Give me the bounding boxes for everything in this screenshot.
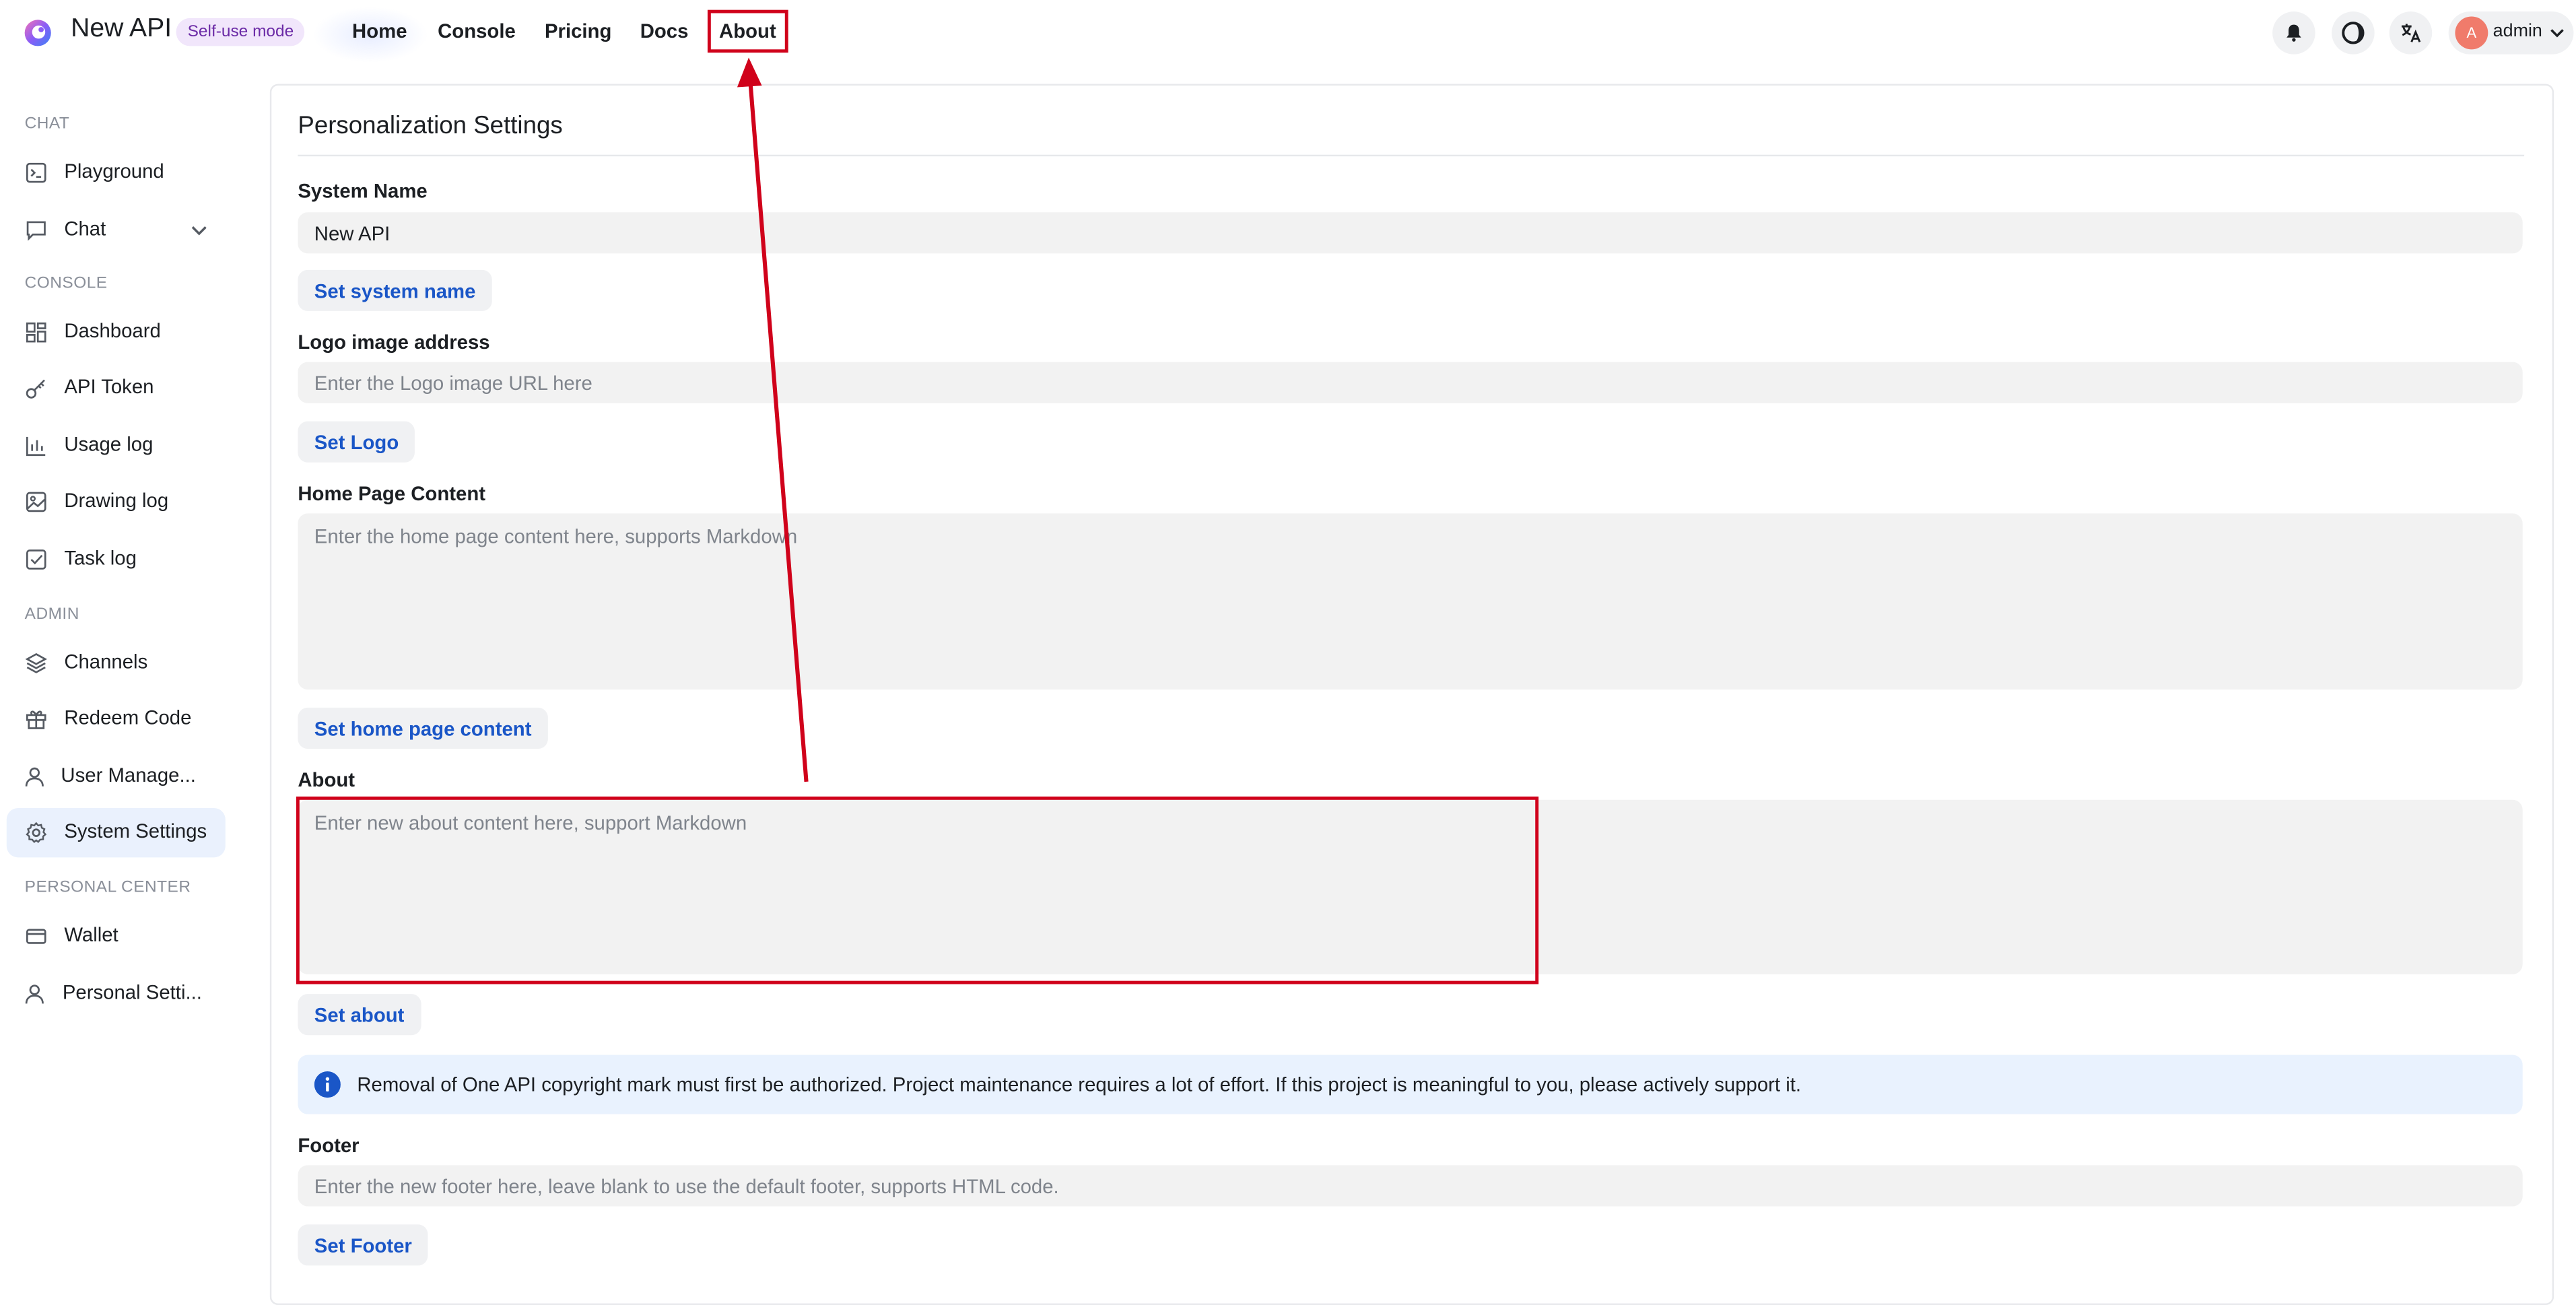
- sidebar-item-api-token[interactable]: API Token: [7, 364, 226, 413]
- chevron-down-icon: [2550, 29, 2564, 38]
- section-label-chat: CHAT: [24, 115, 70, 133]
- language-button[interactable]: [2389, 11, 2433, 55]
- sidebar-item-label: Chat: [64, 217, 106, 240]
- home-content-label: Home Page Content: [298, 482, 486, 506]
- sidebar-item-label: System Settings: [64, 819, 207, 843]
- sidebar-item-task-log[interactable]: Task log: [7, 535, 226, 584]
- about-label: About: [298, 768, 355, 792]
- system-name-input[interactable]: [298, 212, 2523, 254]
- moon-icon: [2342, 22, 2365, 44]
- sidebar-item-label: Usage log: [64, 432, 154, 456]
- sidebar-item-label: Personal Setti...: [62, 980, 202, 1004]
- nav-console[interactable]: Console: [438, 20, 516, 42]
- page-title: Personalization Settings: [298, 112, 563, 140]
- playground-icon: [26, 162, 46, 183]
- sidebar-item-redeem-code[interactable]: Redeem Code: [7, 694, 226, 743]
- chart-icon: [26, 436, 46, 457]
- notifications-button[interactable]: [2272, 11, 2315, 55]
- set-system-name-button[interactable]: Set system name: [298, 269, 492, 311]
- section-label-console: CONSOLE: [24, 275, 108, 294]
- bell-icon: [2286, 24, 2301, 42]
- sidebar-item-label: API Token: [64, 375, 154, 399]
- brand-name[interactable]: New API: [71, 15, 172, 44]
- chevron-down-icon[interactable]: [189, 220, 209, 240]
- sidebar-item-drawing-log[interactable]: Drawing log: [7, 477, 226, 527]
- sidebar-item-chat[interactable]: Chat: [7, 206, 226, 255]
- checkbox-icon: [26, 549, 46, 570]
- sidebar-item-channels[interactable]: Channels: [7, 638, 226, 688]
- gear-icon: [26, 822, 47, 844]
- chat-icon: [26, 221, 46, 241]
- sidebar-item-user-management[interactable]: User Manage...: [7, 752, 226, 801]
- key-icon: [26, 379, 45, 399]
- settings-card: [269, 83, 2554, 1305]
- sidebar-item-label: Drawing log: [64, 488, 169, 512]
- system-name-label: System Name: [298, 179, 428, 203]
- footer-input[interactable]: [298, 1165, 2523, 1207]
- nav-home[interactable]: Home: [352, 20, 407, 42]
- sidebar-item-label: Channels: [64, 650, 148, 673]
- image-icon: [26, 492, 46, 512]
- top-bar: New API Self-use mode Home Console Prici…: [0, 0, 2575, 66]
- nav-pricing[interactable]: Pricing: [545, 20, 611, 42]
- section-label-admin: ADMIN: [24, 605, 79, 624]
- nav-docs[interactable]: Docs: [640, 20, 689, 42]
- sidebar-item-label: Playground: [64, 160, 164, 183]
- logo-icon[interactable]: [23, 18, 53, 48]
- home-content-textarea[interactable]: [298, 513, 2523, 690]
- sidebar-item-label: Redeem Code: [64, 706, 192, 729]
- avatar: A: [2455, 16, 2488, 50]
- user-name: admin: [2493, 21, 2542, 42]
- dashboard-icon: [26, 322, 46, 343]
- set-footer-button[interactable]: Set Footer: [298, 1224, 429, 1266]
- notice-text: Removal of One API copyright mark must f…: [357, 1073, 1802, 1096]
- set-about-button[interactable]: Set about: [298, 994, 421, 1036]
- sidebar-item-label: User Manage...: [61, 764, 196, 787]
- user-icon: [25, 767, 44, 787]
- copyright-notice: Removal of One API copyright mark must f…: [298, 1055, 2523, 1114]
- sidebar-item-dashboard[interactable]: Dashboard: [7, 308, 226, 357]
- footer-label: Footer: [298, 1133, 360, 1158]
- gift-icon: [26, 710, 46, 729]
- theme-toggle-button[interactable]: [2332, 11, 2375, 55]
- sidebar-item-personal-settings[interactable]: Personal Setti...: [7, 970, 226, 1019]
- user-icon: [25, 984, 44, 1004]
- mode-badge: Self-use mode: [176, 18, 306, 46]
- logo-label: Logo image address: [298, 331, 490, 354]
- logo-url-input[interactable]: [298, 362, 2523, 403]
- layers-icon: [25, 652, 48, 673]
- user-menu[interactable]: A admin: [2448, 11, 2574, 55]
- set-logo-button[interactable]: Set Logo: [298, 421, 415, 463]
- about-nav-highlight: [707, 9, 788, 53]
- sidebar-item-system-settings[interactable]: System Settings: [6, 808, 226, 858]
- sidebar-item-label: Task log: [64, 546, 137, 570]
- sidebar-item-label: Wallet: [64, 923, 118, 947]
- set-home-content-button[interactable]: Set home page content: [298, 707, 548, 749]
- title-divider: [298, 154, 2525, 157]
- info-icon: [314, 1071, 341, 1098]
- about-textarea-highlight: [296, 796, 1539, 984]
- translate-icon: [2402, 24, 2421, 42]
- sidebar-item-wallet[interactable]: Wallet: [7, 912, 226, 961]
- section-label-personal-center: PERSONAL CENTER: [24, 879, 191, 897]
- sidebar-item-label: Dashboard: [64, 319, 161, 343]
- wallet-icon: [26, 929, 46, 944]
- sidebar-item-usage-log[interactable]: Usage log: [7, 422, 226, 471]
- sidebar-item-playground[interactable]: Playground: [7, 148, 226, 197]
